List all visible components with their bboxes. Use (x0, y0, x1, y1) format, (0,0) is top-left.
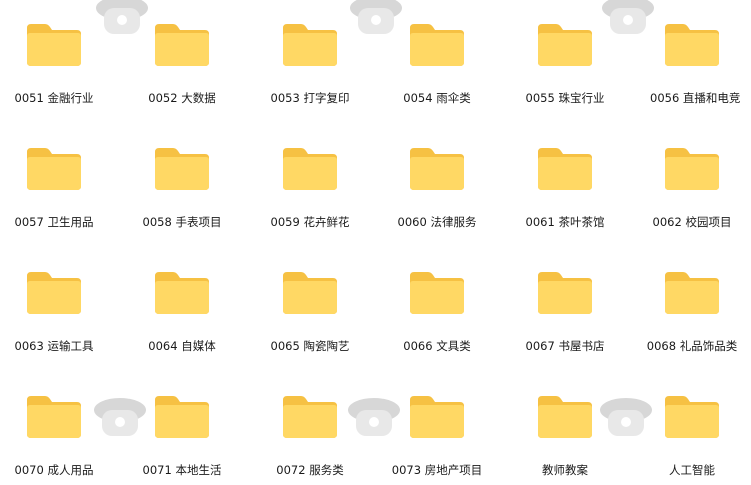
folder-icon (663, 270, 721, 316)
folder-label: 0065 陶瓷陶艺 (270, 339, 350, 353)
folder-icon (25, 22, 83, 68)
folder-label: 教师教案 (542, 463, 588, 477)
ghost-watermark-icon (90, 392, 150, 442)
folder-item[interactable]: 0058 手表项目 (122, 124, 242, 234)
folder-label: 0060 法律服务 (397, 215, 477, 229)
folder-label: 0058 手表项目 (142, 215, 222, 229)
ghost-watermark-icon (92, 0, 152, 40)
folder-label: 0051 金融行业 (14, 91, 94, 105)
ghost-watermark-icon (596, 392, 656, 442)
folder-label: 0071 本地生活 (142, 463, 222, 477)
folder-icon (536, 270, 594, 316)
folder-icon (536, 146, 594, 192)
folder-item[interactable]: 0065 陶瓷陶艺 (250, 248, 370, 358)
folder-label: 0061 茶叶茶馆 (525, 215, 605, 229)
file-grid: 0051 金融行业 0052 大数据 0053 打字复印 0054 雨伞类 00… (0, 0, 751, 485)
folder-item[interactable]: 0064 自媒体 (122, 248, 242, 358)
folder-label: 0057 卫生用品 (14, 215, 94, 229)
folder-label: 0056 直播和电竞 (650, 91, 741, 105)
folder-icon (536, 394, 594, 440)
folder-label: 0068 礼品饰品类 (646, 339, 738, 353)
folder-icon (663, 22, 721, 68)
folder-label: 0064 自媒体 (148, 339, 216, 353)
folder-icon (281, 146, 339, 192)
folder-label: 0055 珠宝行业 (525, 91, 605, 105)
folder-item[interactable]: 0061 茶叶茶馆 (505, 124, 625, 234)
folder-item[interactable]: 0067 书屋书店 (505, 248, 625, 358)
ghost-watermark-icon (598, 0, 658, 40)
folder-icon (153, 22, 211, 68)
folder-label: 0062 校园项目 (652, 215, 732, 229)
folder-icon (663, 146, 721, 192)
folder-icon (663, 394, 721, 440)
folder-label: 0063 运输工具 (14, 339, 94, 353)
folder-icon (25, 394, 83, 440)
folder-item[interactable]: 0063 运输工具 (0, 248, 114, 358)
folder-icon (281, 394, 339, 440)
folder-item[interactable]: 0068 礼品饰品类 (632, 248, 751, 358)
folder-label: 0072 服务类 (276, 463, 344, 477)
ghost-watermark-icon (344, 392, 404, 442)
folder-label: 人工智能 (669, 463, 715, 477)
folder-item[interactable]: 0057 卫生用品 (0, 124, 114, 234)
folder-icon (408, 394, 466, 440)
folder-icon (25, 146, 83, 192)
folder-icon (153, 146, 211, 192)
folder-label: 0066 文具类 (403, 339, 471, 353)
folder-icon (153, 394, 211, 440)
folder-item[interactable]: 0059 花卉鲜花 (250, 124, 370, 234)
folder-icon (25, 270, 83, 316)
folder-label: 0073 房地产项目 (391, 463, 483, 477)
folder-icon (153, 270, 211, 316)
ghost-watermark-icon (346, 0, 406, 40)
folder-icon (536, 22, 594, 68)
folder-label: 0070 成人用品 (14, 463, 94, 477)
folder-icon (408, 146, 466, 192)
folder-item[interactable]: 0062 校园项目 (632, 124, 751, 234)
folder-icon (281, 270, 339, 316)
folder-label: 0067 书屋书店 (525, 339, 605, 353)
folder-item[interactable]: 0060 法律服务 (377, 124, 497, 234)
folder-label: 0053 打字复印 (270, 91, 350, 105)
folder-icon (281, 22, 339, 68)
folder-icon (408, 270, 466, 316)
folder-icon (408, 22, 466, 68)
folder-item[interactable]: 0066 文具类 (377, 248, 497, 358)
folder-label: 0054 雨伞类 (403, 91, 471, 105)
folder-label: 0052 大数据 (148, 91, 216, 105)
folder-label: 0059 花卉鲜花 (270, 215, 350, 229)
